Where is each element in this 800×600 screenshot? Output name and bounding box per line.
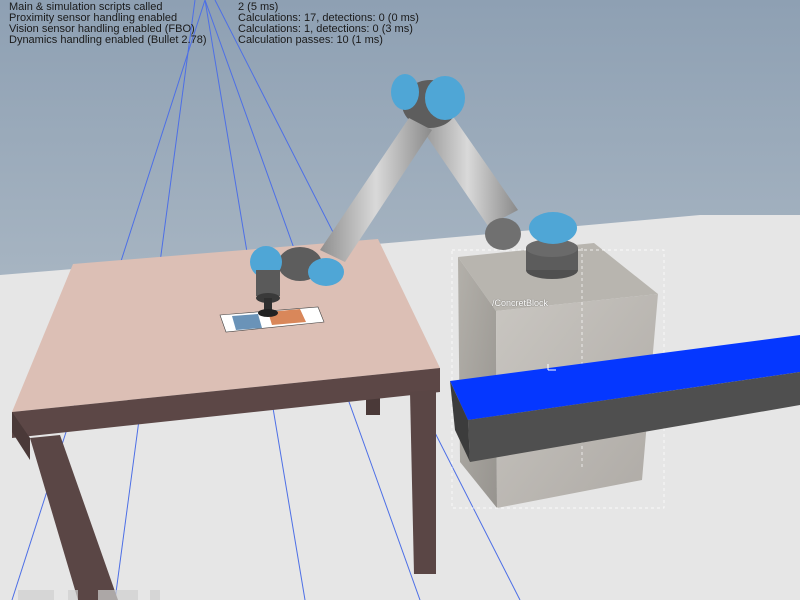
- info-value-dynamics: Calculation passes: 10 (1 ms): [238, 34, 383, 46]
- elbow-joint: [425, 76, 465, 120]
- shoulder-joint: [529, 212, 577, 244]
- selected-object-label: /ConcretBlock: [492, 298, 549, 308]
- simulation-viewport[interactable]: [0, 0, 800, 600]
- wrist-joint-1: [308, 258, 344, 286]
- info-line-dynamics: Dynamics handling enabled (Bullet 2.78): [9, 34, 207, 46]
